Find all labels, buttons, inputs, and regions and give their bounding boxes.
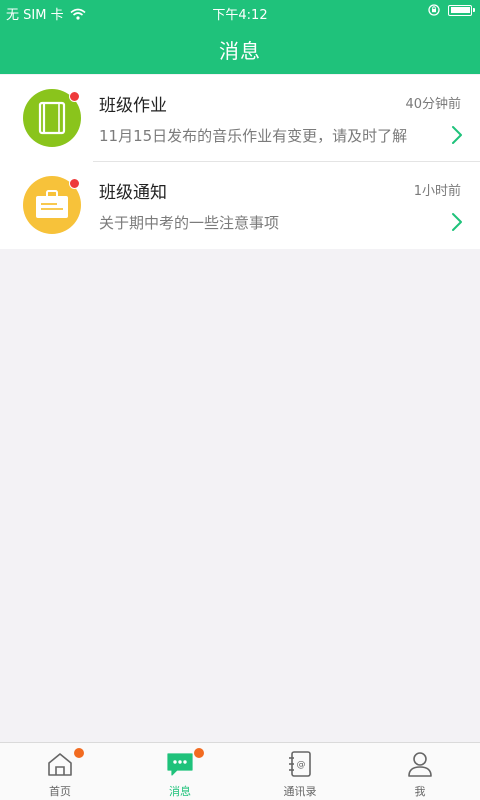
tab-home[interactable]: 首页 xyxy=(0,743,120,800)
tab-label: 通讯录 xyxy=(283,785,317,798)
tab-bar: 首页 消息 @ 通讯录 我 xyxy=(0,742,480,800)
message-item-homework[interactable]: 班级作业 40分钟前 11月15日发布的音乐作业有变更，请及时了解 xyxy=(0,75,480,162)
message-title: 班级通知 xyxy=(99,183,167,203)
chat-icon xyxy=(167,753,193,776)
message-time: 40分钟前 xyxy=(405,97,461,112)
contacts-icon: @ xyxy=(289,751,311,777)
message-list: 班级作业 40分钟前 11月15日发布的音乐作业有变更，请及时了解 班级通知 1… xyxy=(0,75,480,249)
tab-badge xyxy=(194,748,204,758)
message-time: 1小时前 xyxy=(413,184,461,199)
unread-dot xyxy=(69,91,80,102)
tab-label: 首页 xyxy=(49,785,71,798)
home-icon xyxy=(48,753,72,776)
unread-dot xyxy=(69,178,80,189)
battery-icon xyxy=(448,4,475,16)
tab-badge xyxy=(74,748,84,758)
message-preview: 关于期中考的一些注意事项 xyxy=(99,214,280,232)
tab-me[interactable]: 我 xyxy=(360,743,480,800)
tab-messages[interactable]: 消息 xyxy=(120,743,240,800)
status-time: 下午4:12 xyxy=(212,8,268,23)
user-icon xyxy=(408,752,432,777)
page-title: 消息 xyxy=(219,39,261,63)
svg-text:@: @ xyxy=(297,760,306,770)
tab-label: 我 xyxy=(414,785,426,798)
message-title: 班级作业 xyxy=(99,96,167,116)
message-item-notice[interactable]: 班级通知 1小时前 关于期中考的一些注意事项 xyxy=(0,162,480,249)
status-bar: 无 SIM 卡 下午4:12 xyxy=(0,0,480,24)
message-preview: 11月15日发布的音乐作业有变更，请及时了解 xyxy=(99,127,408,145)
nav-bar: 消息 xyxy=(0,24,480,74)
status-right xyxy=(428,4,475,16)
orientation-lock-icon xyxy=(428,4,440,16)
chevron-right-icon xyxy=(452,213,462,231)
tab-label: 消息 xyxy=(169,785,191,798)
chevron-right-icon xyxy=(452,126,462,144)
tab-contacts[interactable]: @ 通讯录 xyxy=(240,743,360,800)
